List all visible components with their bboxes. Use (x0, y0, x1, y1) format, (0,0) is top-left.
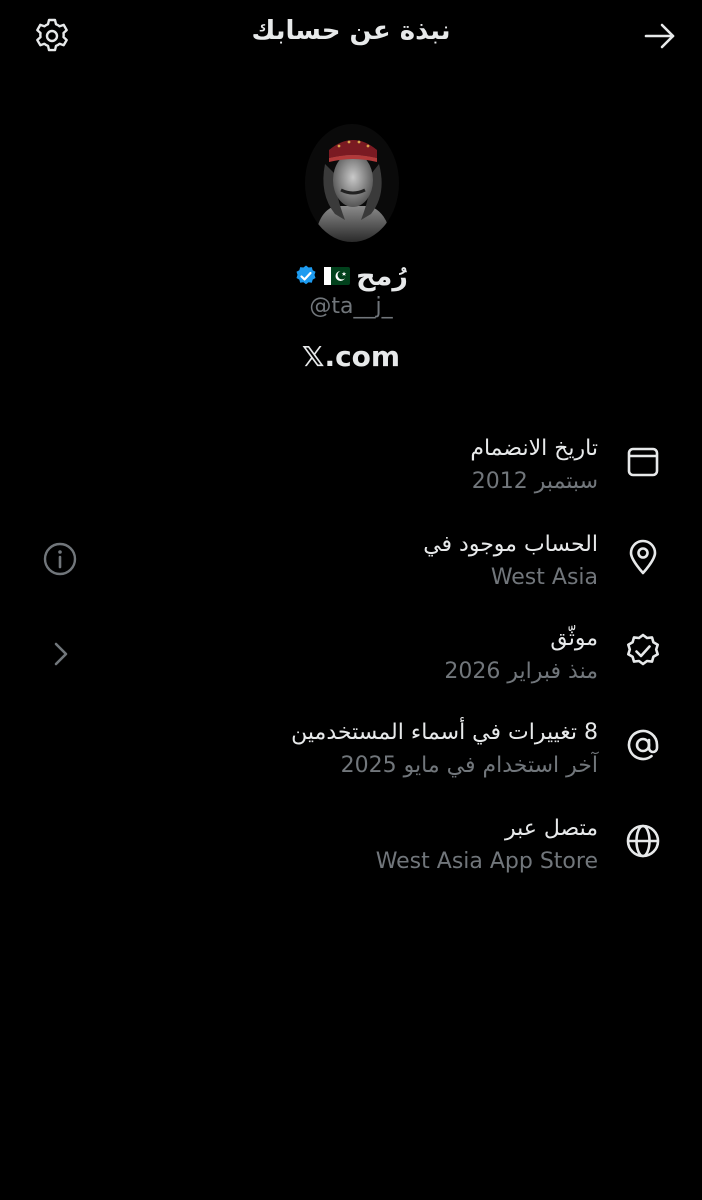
verified-badge-icon (296, 265, 316, 285)
globe-icon (626, 824, 660, 858)
location-pin-icon (629, 539, 657, 575)
detail-value: منذ فبراير 2026 (444, 659, 598, 684)
detail-joined: تاريخ الانضمام سبتمبر 2012 (102, 432, 662, 512)
detail-value: آخر استخدام في مايو 2025 (340, 753, 598, 778)
detail-title: 8 تغييرات في أسماء المستخدمين (291, 720, 598, 745)
pakistan-flag-icon (324, 267, 351, 285)
page-title: نبذة عن حسابك (251, 16, 451, 46)
profile-name-row: رُمح (0, 256, 702, 296)
detail-connected-via: متصل عبر West Asia App Store (102, 812, 662, 892)
detail-value: West Asia (490, 565, 598, 590)
detail-value: West Asia App Store (375, 849, 598, 874)
avatar[interactable] (305, 124, 399, 242)
detail-title: متصل عبر (504, 816, 598, 841)
detail-title: موثّق (550, 626, 598, 651)
arrow-right-icon (644, 23, 675, 49)
top-bar: نبذة عن حسابك (0, 0, 702, 72)
detail-connected-via-text: متصل عبر West Asia App Store (376, 812, 598, 878)
info-button[interactable] (42, 541, 78, 577)
username-handle: @ta__j_ (309, 294, 393, 319)
detail-username-changes: 8 تغييرات في أسماء المستخدمين آخر استخدا… (102, 716, 662, 796)
detail-username-changes-text: 8 تغييرات في أسماء المستخدمين آخر استخدا… (291, 716, 598, 782)
detail-title: الحساب موجود في (423, 532, 598, 557)
profile-portrait-image (305, 124, 399, 242)
detail-verified-text: موثّق منذ فبراير 2026 (444, 622, 598, 688)
calendar-icon (627, 447, 659, 477)
detail-verified: موثّق منذ فبراير 2026 (102, 622, 662, 702)
detail-location-text: الحساب موجود في West Asia (423, 528, 598, 594)
expand-chevron-button[interactable] (44, 636, 80, 672)
verified-check-icon (627, 633, 659, 666)
detail-joined-text: تاريخ الانضمام سبتمبر 2012 (470, 432, 598, 498)
back-button[interactable] (640, 16, 680, 56)
detail-location: الحساب موجود في West Asia (102, 528, 662, 608)
chevron-right-icon (54, 642, 68, 666)
detail-title: تاريخ الانضمام (470, 436, 598, 461)
at-sign-icon (627, 729, 659, 761)
info-circle-icon (43, 542, 77, 576)
detail-value: سبتمبر 2012 (471, 469, 598, 494)
display-name: رُمح (356, 260, 408, 292)
site-domain: 𝕏.com (301, 340, 401, 373)
